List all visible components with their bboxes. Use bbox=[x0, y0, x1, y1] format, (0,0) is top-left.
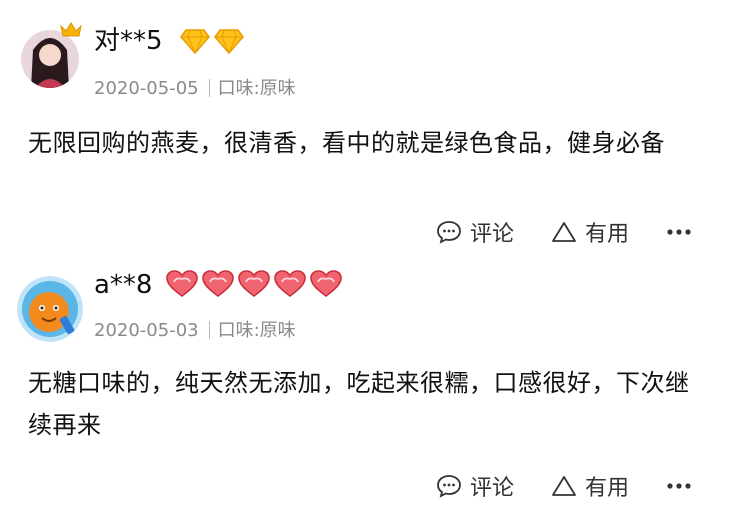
red-heart-icon bbox=[238, 270, 270, 297]
more-options-button[interactable] bbox=[666, 468, 700, 504]
review-card: 对**5 2020-05-05 口味:原味 无限回购的燕麦，很清香，看中的就是绿色… bbox=[0, 0, 730, 262]
crown-icon bbox=[60, 22, 82, 42]
review-date: 2020-05-03 bbox=[94, 320, 199, 341]
review-meta: 2020-05-05 口味:原味 bbox=[94, 78, 296, 100]
comment-bubble-icon bbox=[437, 221, 461, 244]
useful-button[interactable]: 有用 bbox=[551, 468, 629, 504]
username[interactable]: 对**5 bbox=[94, 24, 163, 58]
review-card: a**8 2020-05-03 口味:原味 无糖口味的，纯天然无添加，吃起来很糯，… bbox=[0, 262, 730, 529]
useful-button[interactable]: 有用 bbox=[551, 214, 629, 250]
comment-bubble-icon bbox=[437, 475, 461, 498]
more-dots-icon bbox=[667, 483, 691, 489]
more-dots-icon bbox=[667, 229, 691, 235]
triangle-outline-icon bbox=[552, 476, 576, 496]
member-badges bbox=[180, 28, 244, 54]
red-heart-icon bbox=[166, 270, 198, 297]
divider bbox=[208, 321, 210, 339]
divider bbox=[208, 79, 210, 97]
review-date: 2020-05-05 bbox=[94, 78, 199, 99]
red-heart-icon bbox=[202, 270, 234, 297]
red-heart-icon bbox=[274, 270, 306, 297]
member-badges bbox=[166, 270, 342, 298]
comment-label: 评论 bbox=[470, 476, 515, 501]
review-text: 无限回购的燕麦，很清香，看中的就是绿色食品，健身必备 bbox=[28, 129, 665, 157]
useful-label: 有用 bbox=[585, 476, 630, 501]
comment-button[interactable]: 评论 bbox=[436, 468, 514, 504]
comment-label: 评论 bbox=[470, 222, 515, 247]
useful-label: 有用 bbox=[585, 222, 630, 247]
flavor-label: 口味:原味 bbox=[217, 78, 296, 99]
red-heart-icon bbox=[310, 270, 342, 297]
username[interactable]: a**8 bbox=[94, 268, 152, 302]
comment-button[interactable]: 评论 bbox=[436, 214, 514, 250]
gold-diamond-icon bbox=[180, 29, 210, 54]
review-actions: 评论 有用 bbox=[0, 214, 730, 250]
review-text: 无糖口味的，纯天然无添加，吃起来很糯，口感很好，下次继续再来 bbox=[28, 369, 690, 439]
review-meta: 2020-05-03 口味:原味 bbox=[94, 320, 296, 342]
user-avatar[interactable] bbox=[17, 276, 83, 342]
gold-diamond-icon bbox=[214, 29, 244, 54]
review-actions: 评论 有用 bbox=[0, 468, 730, 504]
more-options-button[interactable] bbox=[666, 214, 700, 250]
flavor-label: 口味:原味 bbox=[217, 320, 296, 341]
triangle-outline-icon bbox=[552, 222, 576, 242]
